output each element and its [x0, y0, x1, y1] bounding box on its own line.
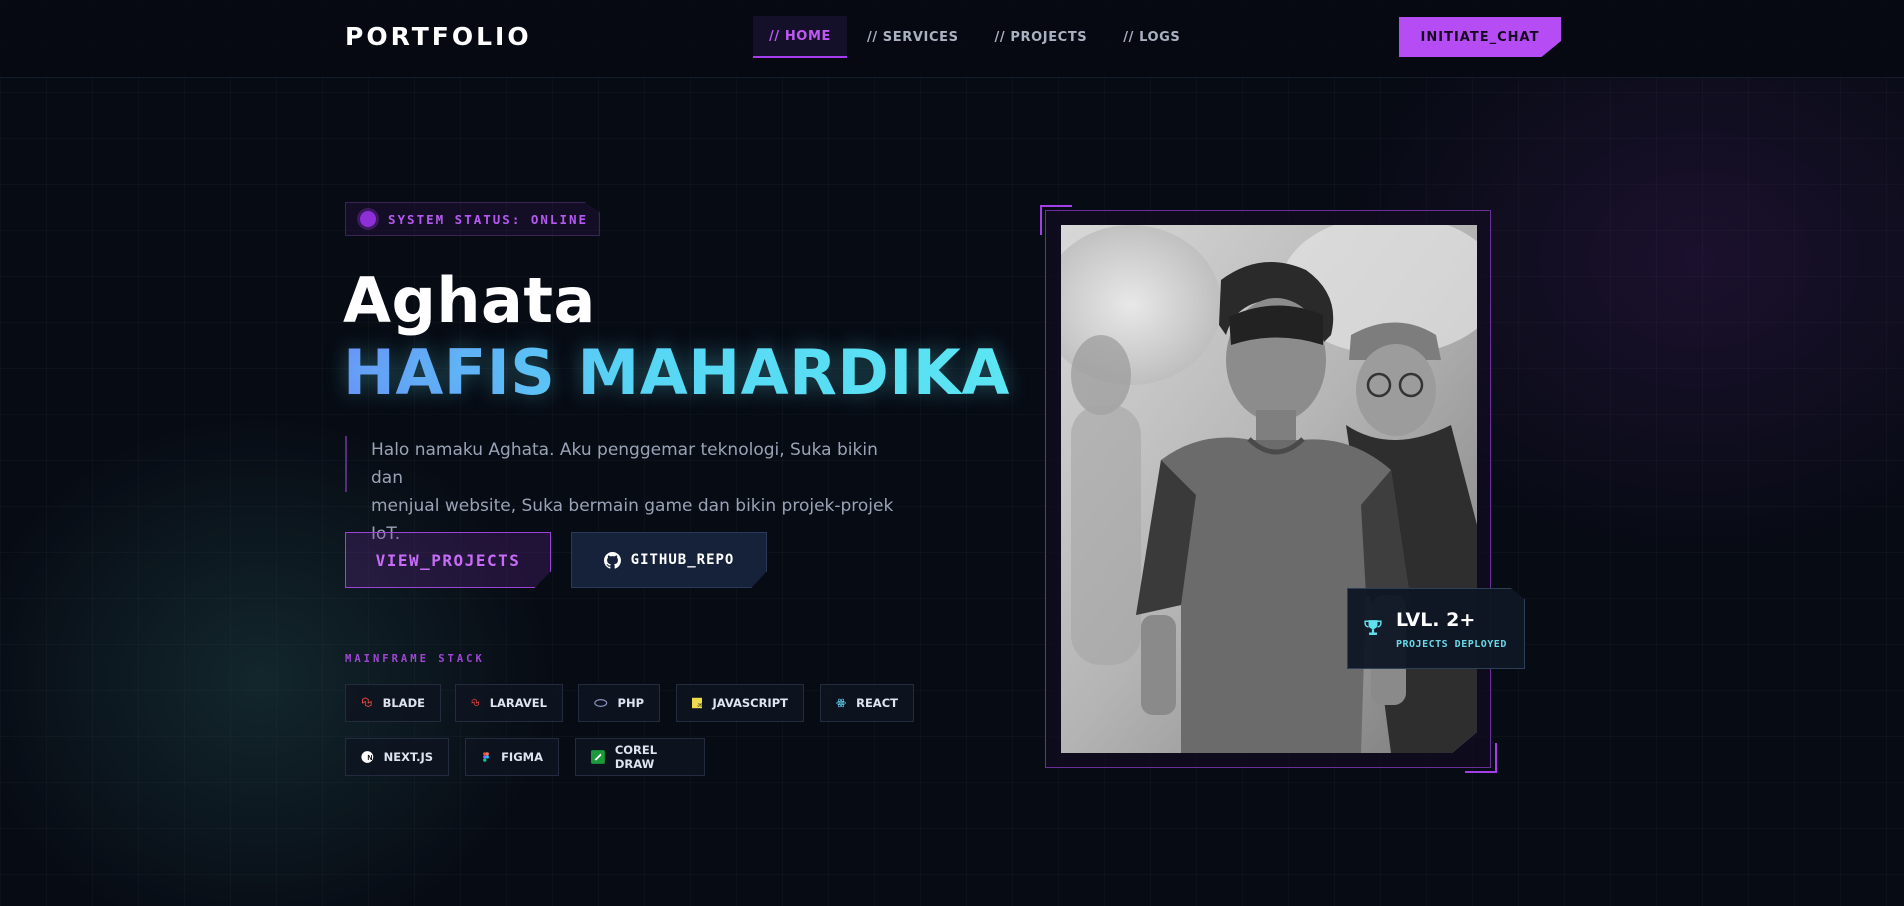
stack-chip-label: BLADE	[382, 696, 425, 710]
stack-chip-javascript: JS JAVASCRIPT	[676, 684, 804, 722]
nav-link-home[interactable]: // HOME	[753, 16, 847, 58]
view-projects-button[interactable]: VIEW_PROJECTS	[345, 532, 551, 588]
frame-corner-bottom-right	[1465, 743, 1497, 773]
level-badge: LVL. 2+ PROJECTS DEPLOYED	[1347, 588, 1525, 669]
coreldraw-icon	[591, 750, 605, 764]
laravel-icon	[361, 697, 372, 708]
svg-text:JS: JS	[697, 702, 702, 707]
stack-chip-label: COREL DRAW	[614, 743, 658, 771]
laravel-icon	[471, 698, 479, 707]
figma-icon	[483, 752, 489, 762]
stack-chip-label: NEXT.JS	[383, 750, 433, 764]
stack-chip-php: PHP	[578, 684, 660, 722]
site-logo[interactable]: PORTFOLIO	[345, 22, 532, 51]
stack-chip-figma: FIGMA	[465, 738, 559, 776]
stack-chip-react: REACT	[820, 684, 914, 722]
php-icon	[594, 699, 608, 707]
hero-last-name: HAFIS MAHARDIKA	[343, 336, 1010, 409]
stack-chip-label: JAVASCRIPT	[712, 696, 788, 710]
github-icon	[603, 551, 621, 569]
github-repo-button[interactable]: GITHUB_REPO	[571, 532, 767, 588]
system-status-badge: SYSTEM STATUS: ONLINE	[345, 202, 600, 236]
stack-chip-label: PHP	[617, 696, 644, 710]
trophy-icon	[1364, 620, 1382, 635]
stack-chip-blade: BLADE	[345, 684, 441, 722]
nav-link-logs[interactable]: // LOGS	[1107, 16, 1196, 58]
stack-chip-nextjs: N NEXT.JS	[345, 738, 449, 776]
svg-text:N: N	[367, 754, 372, 762]
stack-chip-label: REACT	[856, 696, 898, 710]
status-dot-icon	[360, 211, 376, 227]
nextjs-icon: N	[361, 751, 374, 763]
nav-link-services[interactable]: // SERVICES	[851, 16, 975, 58]
stack-chip-label: LARAVEL	[489, 696, 547, 710]
react-icon	[836, 698, 846, 708]
stack-chip-label: FIGMA	[501, 750, 543, 764]
github-button-label: GITHUB_REPO	[630, 552, 735, 568]
profile-photo-image	[1061, 225, 1477, 753]
stack-title: MAINFRAME STACK	[345, 653, 485, 665]
intro-line-1: Halo namaku Aghata. Aku penggemar teknol…	[371, 440, 878, 488]
profile-photo	[1061, 225, 1477, 753]
stack-chip-corel-draw: COREL DRAW	[575, 738, 705, 776]
initiate-chat-button[interactable]: INITIATE_CHAT	[1399, 17, 1561, 57]
nav-links: // HOME // SERVICES // PROJECTS // LOGS	[753, 16, 1200, 58]
nav-link-projects[interactable]: // PROJECTS	[979, 16, 1104, 58]
background-grid	[0, 0, 1904, 906]
status-text: SYSTEM STATUS: ONLINE	[388, 211, 589, 227]
level-subtitle: PROJECTS DEPLOYED	[1396, 639, 1507, 650]
javascript-icon: JS	[692, 697, 703, 709]
hero-intro: Halo namaku Aghata. Aku penggemar teknol…	[345, 436, 905, 544]
top-navbar: PORTFOLIO // HOME // SERVICES // PROJECT…	[0, 0, 1904, 78]
hero-first-name: Aghata	[343, 264, 596, 337]
level-title: LVL. 2+	[1396, 609, 1476, 631]
stack-chip-laravel: LARAVEL	[455, 684, 563, 722]
